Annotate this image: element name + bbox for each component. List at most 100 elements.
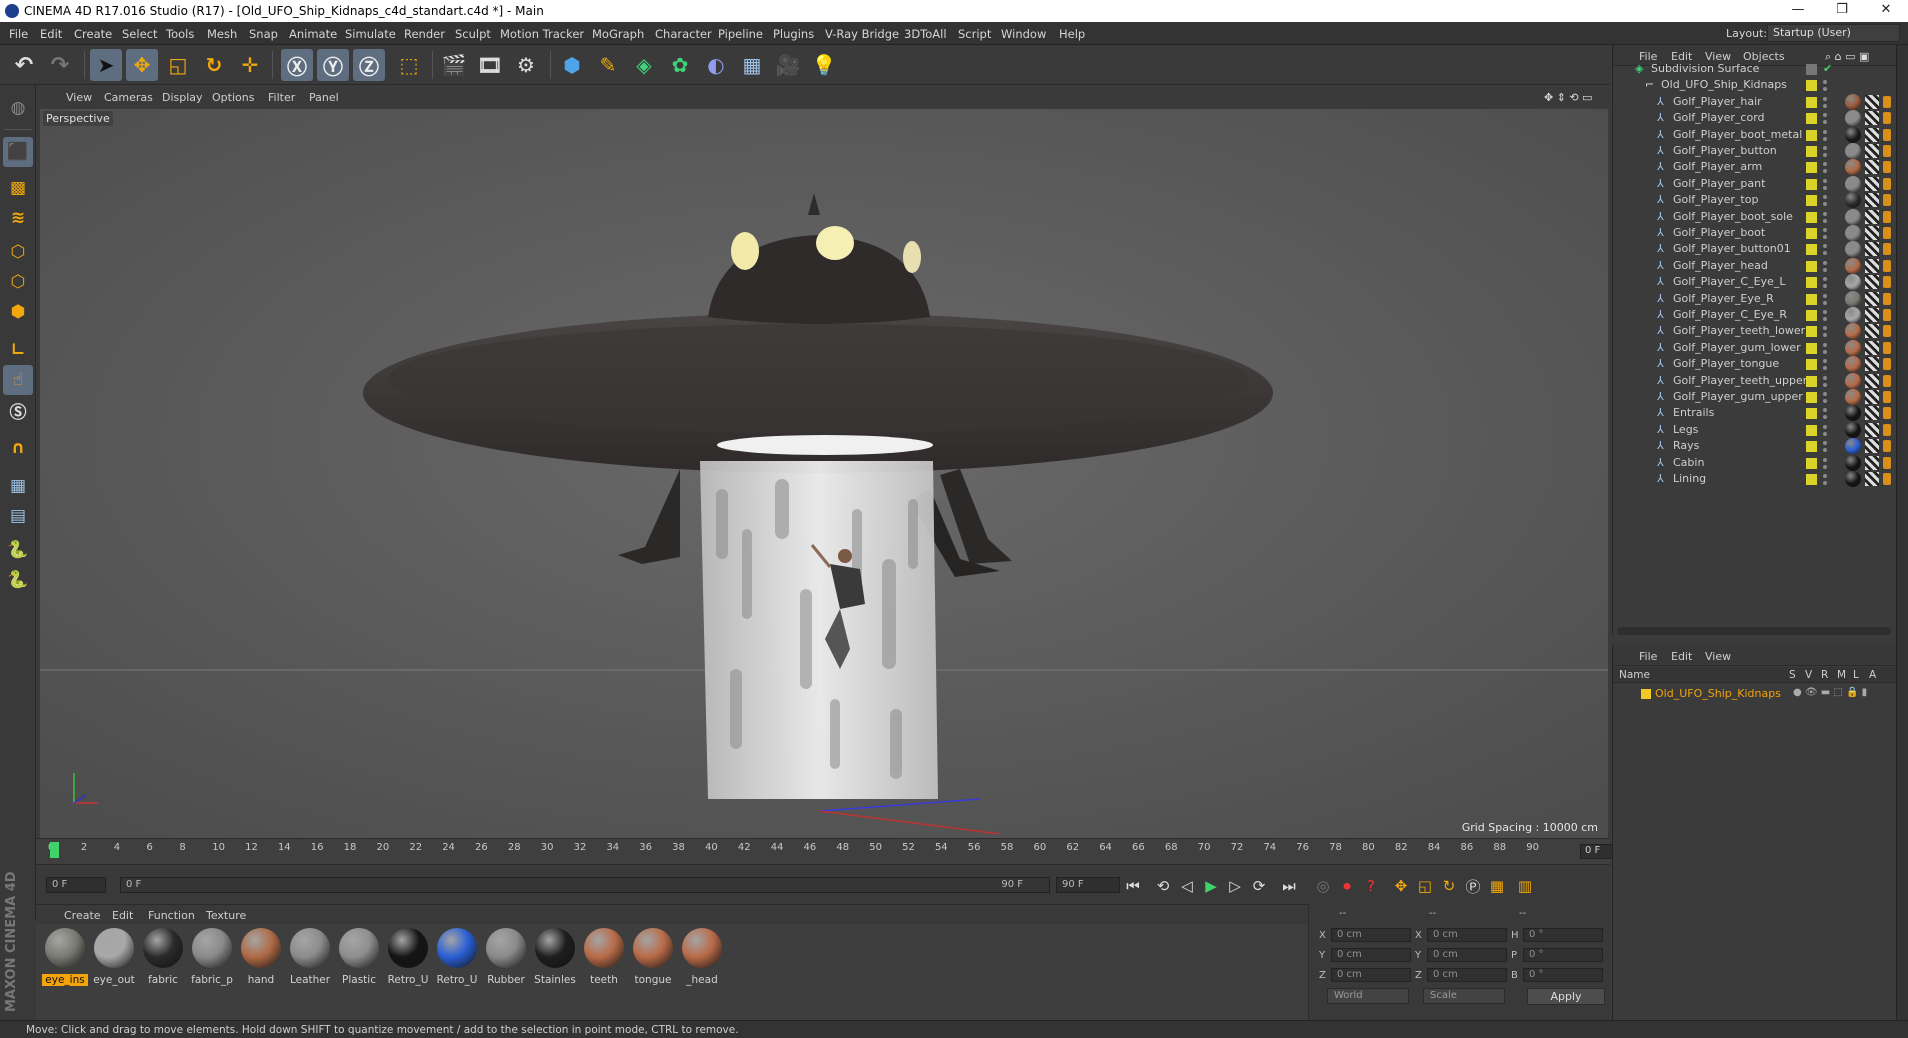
render-visibility-dot[interactable] xyxy=(1823,481,1827,485)
menu-snap[interactable]: Snap xyxy=(249,27,278,41)
phong-tag-icon[interactable] xyxy=(1883,194,1891,207)
material-swatch[interactable]: eye_ins xyxy=(42,926,88,988)
texture-tag-icon[interactable] xyxy=(1865,340,1879,355)
render-visibility-dot[interactable] xyxy=(1823,366,1827,371)
phong-tag-icon[interactable] xyxy=(1883,161,1891,174)
material-swatch[interactable]: Retro_U xyxy=(434,926,480,988)
layer-color-swatch[interactable] xyxy=(1806,211,1817,223)
editor-visibility-dot[interactable] xyxy=(1823,359,1827,364)
transform-mode-select[interactable]: Scale xyxy=(1423,988,1505,1004)
editor-visibility-dot[interactable] xyxy=(1823,162,1827,167)
python-console-icon[interactable]: 🐍 xyxy=(3,565,33,595)
menu-mograph[interactable]: MoGraph xyxy=(592,27,644,41)
layer-color-swatch[interactable] xyxy=(1806,277,1817,289)
texture-tag-icon[interactable] xyxy=(1865,422,1879,437)
editor-visibility-dot[interactable] xyxy=(1823,375,1827,380)
previous-key-icon[interactable]: ⟲ xyxy=(1152,875,1174,897)
phong-tag-icon[interactable] xyxy=(1883,358,1891,371)
layer-color-swatch[interactable] xyxy=(1806,113,1817,125)
mograph-cloner-icon[interactable]: ✿ xyxy=(664,49,696,81)
render-visibility-dot[interactable] xyxy=(1823,218,1827,223)
texture-tag-icon[interactable] xyxy=(1865,275,1879,290)
render-visibility-dot[interactable] xyxy=(1823,267,1827,272)
recent-tool-icon[interactable]: ✛ xyxy=(234,49,266,81)
menu-animate[interactable]: Animate xyxy=(289,27,337,41)
texture-tag-icon[interactable] xyxy=(1865,94,1879,109)
texture-tag-icon[interactable] xyxy=(1865,176,1879,191)
phong-tag-icon[interactable] xyxy=(1883,210,1891,223)
deformer-icon[interactable]: ◐ xyxy=(700,49,732,81)
menu-select[interactable]: Select xyxy=(122,27,157,41)
phong-tag-icon[interactable] xyxy=(1883,374,1891,387)
render-visibility-dot[interactable] xyxy=(1823,136,1827,141)
render-visibility-dot[interactable] xyxy=(1823,382,1827,387)
texture-mode-icon[interactable]: ▩ xyxy=(3,173,33,203)
layer-color-swatch[interactable] xyxy=(1806,244,1817,256)
render-visibility-dot[interactable] xyxy=(1823,415,1827,420)
phong-tag-icon[interactable] xyxy=(1883,259,1891,272)
layer-color-swatch[interactable] xyxy=(1806,96,1817,108)
texture-tag-icon[interactable] xyxy=(1865,242,1879,257)
editor-visibility-dot[interactable] xyxy=(1823,228,1827,232)
rotate-tool-icon[interactable]: ↻ xyxy=(198,49,230,81)
editor-visibility-dot[interactable] xyxy=(1823,441,1827,446)
editor-visibility-dot[interactable] xyxy=(1823,260,1827,265)
edges-mode-icon[interactable]: ⬡ xyxy=(3,267,33,297)
layer-color-swatch[interactable] xyxy=(1806,195,1817,207)
menu-plugins[interactable]: Plugins xyxy=(773,27,814,41)
range-slider[interactable]: 0 F 90 F xyxy=(120,877,1050,893)
texture-tag-icon[interactable] xyxy=(1865,160,1879,175)
cube-primitive-icon[interactable]: ⬢ xyxy=(556,49,588,81)
make-editable-icon[interactable]: ◍ xyxy=(3,93,33,123)
phong-tag-icon[interactable] xyxy=(1883,112,1891,125)
key-rotation-icon[interactable]: ↻ xyxy=(1438,875,1460,897)
material-swatch[interactable]: hand xyxy=(238,926,284,988)
material-menu-edit[interactable]: Edit xyxy=(112,909,133,922)
python-script-icon[interactable]: 🐍 xyxy=(3,535,33,565)
layer-menu-view[interactable]: View xyxy=(1705,650,1731,663)
rotation-p-field[interactable]: 0 ° xyxy=(1523,948,1603,962)
material-swatch[interactable]: fabric xyxy=(140,926,186,988)
redo-icon[interactable]: ↷ xyxy=(44,49,76,81)
editor-visibility-dot[interactable] xyxy=(1823,146,1827,150)
material-swatch[interactable]: teeth xyxy=(581,926,627,988)
layer-color-swatch[interactable] xyxy=(1806,260,1817,272)
texture-tag-icon[interactable] xyxy=(1865,357,1879,372)
phong-tag-icon[interactable] xyxy=(1883,177,1891,190)
render-visibility-dot[interactable] xyxy=(1823,87,1827,92)
render-visibility-dot[interactable] xyxy=(1823,464,1827,469)
material-tag-icon[interactable] xyxy=(1845,471,1861,487)
position-x-field[interactable]: 0 cm xyxy=(1331,928,1411,942)
viewport-nav-icons[interactable]: ✥ ⇕ ⟲ ▭ xyxy=(1544,91,1593,104)
phong-tag-icon[interactable] xyxy=(1883,227,1891,239)
phong-tag-icon[interactable] xyxy=(1883,325,1891,338)
viewport-menu-panel[interactable]: Panel xyxy=(309,91,339,104)
editor-visibility-dot[interactable] xyxy=(1823,113,1827,118)
menu-sculpt[interactable]: Sculpt xyxy=(455,27,491,41)
axis-mode-icon[interactable]: ∟ xyxy=(3,335,33,365)
layer-color-swatch[interactable] xyxy=(1806,392,1817,403)
z-axis-lock-icon[interactable]: Ⓩ xyxy=(353,49,385,81)
apply-button[interactable]: Apply xyxy=(1527,988,1605,1005)
menu-help[interactable]: Help xyxy=(1059,27,1085,41)
render-visibility-dot[interactable] xyxy=(1823,317,1827,321)
viewport-menu-cameras[interactable]: Cameras xyxy=(104,91,153,104)
texture-tag-icon[interactable] xyxy=(1865,127,1879,142)
editor-visibility-dot[interactable] xyxy=(1823,211,1827,216)
render-picture-viewer-icon[interactable]: 🎞 xyxy=(474,49,506,81)
editor-visibility-dot[interactable] xyxy=(1823,96,1827,101)
object-row[interactable]: ⅄ Lining xyxy=(1613,469,1897,489)
viewport-menu-options[interactable]: Options xyxy=(212,91,254,104)
move-tool-icon[interactable]: ✥ xyxy=(126,49,158,81)
texture-tag-icon[interactable] xyxy=(1865,373,1879,388)
tweak-mode-icon[interactable]: ☝ xyxy=(3,365,33,395)
x-axis-lock-icon[interactable]: Ⓧ xyxy=(281,49,313,81)
material-swatch[interactable]: fabric_p xyxy=(189,926,235,988)
editor-visibility-dot[interactable] xyxy=(1823,457,1827,462)
solo-mode-icon[interactable]: Ⓢ xyxy=(3,395,33,425)
light-icon[interactable]: 💡 xyxy=(808,49,840,81)
spline-pen-icon[interactable]: ✎ xyxy=(592,49,624,81)
enabled-check-icon[interactable]: ✔ xyxy=(1823,62,1832,75)
object-scrollbar[interactable] xyxy=(1617,627,1891,635)
material-swatch[interactable]: Leather xyxy=(287,926,333,988)
